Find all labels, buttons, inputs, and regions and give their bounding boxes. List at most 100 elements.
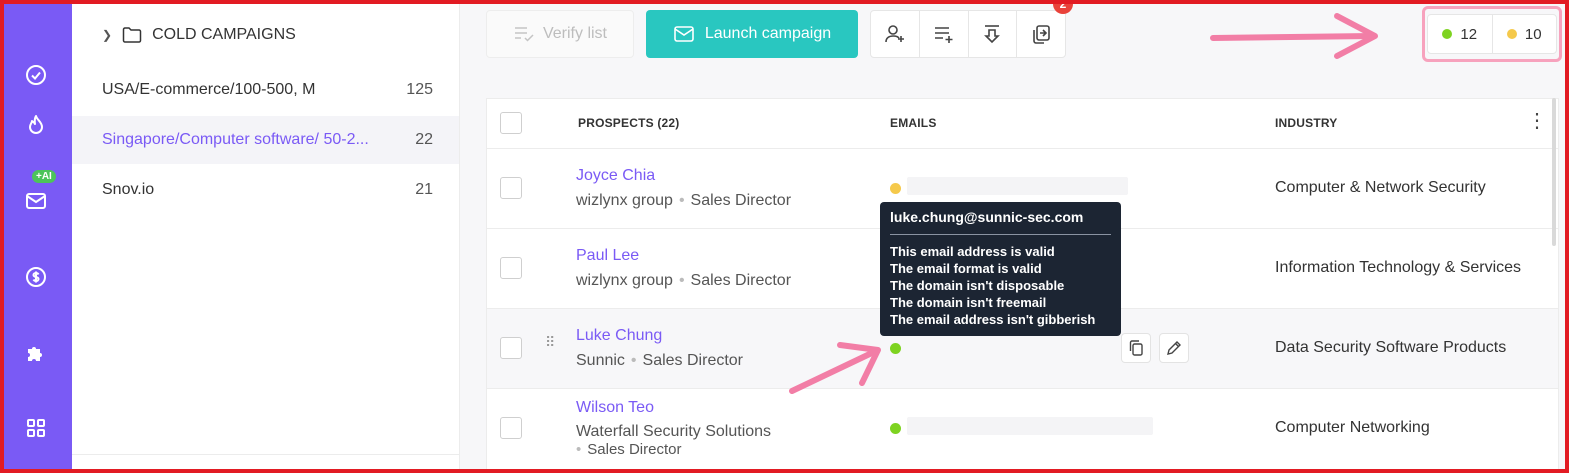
table-row[interactable]: Wilson Teo Waterfall Security Solutions … — [487, 389, 1558, 475]
separator-dot: • — [678, 272, 685, 289]
separator-dot: • — [630, 352, 637, 369]
ai-badge: +AI — [32, 170, 56, 183]
prospect-title: Sales Director — [690, 272, 792, 289]
list-name: Snov.io — [102, 181, 155, 198]
prospect-lists-panel: ❯ COLD CAMPAIGNS USA/E-commerce/100-500,… — [72, 0, 460, 473]
email-status-dot-icon[interactable] — [890, 423, 901, 434]
unknown-count[interactable]: 10 — [1493, 15, 1557, 53]
prospect-company: wizlynx group — [576, 192, 673, 209]
dollar-icon — [26, 267, 46, 287]
folder-cold-campaigns[interactable]: ❯ COLD CAMPAIGNS — [102, 26, 296, 44]
export-button[interactable] — [969, 11, 1018, 57]
add-prospect-icon — [885, 25, 904, 43]
list-item[interactable]: USA/E-commerce/100-500, M 125 — [72, 66, 459, 114]
separator-dot: • — [678, 192, 685, 209]
export-icon — [984, 25, 1001, 44]
prospect-name[interactable]: Wilson Teo — [576, 399, 654, 417]
row-checkbox[interactable] — [500, 177, 522, 199]
lists-footer-divider — [72, 454, 459, 455]
prospect-meta: Sunnic • Sales Director — [576, 352, 743, 370]
row-checkbox[interactable] — [500, 417, 522, 439]
app-nav-rail: +AI — [0, 0, 72, 473]
add-to-list-icon — [934, 27, 953, 43]
nav-dollar[interactable] — [18, 259, 54, 295]
table-header: PROSPECTS (22) EMAILS INDUSTRY ⋮ — [487, 99, 1558, 149]
pencil-icon — [1167, 341, 1181, 355]
list-count: 22 — [415, 131, 433, 148]
folder-icon — [122, 27, 142, 43]
more-vertical-icon[interactable]: ⋮ — [1527, 111, 1547, 131]
valid-count-value: 12 — [1460, 25, 1478, 43]
prospect-industry: Computer Networking — [1275, 419, 1430, 436]
add-to-list-button[interactable] — [920, 11, 969, 57]
list-count: 125 — [406, 81, 433, 98]
tooltip-check: This email address is valid — [890, 244, 1055, 259]
header-industry[interactable]: INDUSTRY — [1275, 116, 1338, 130]
prospect-meta: wizlynx group • Sales Director — [576, 272, 791, 290]
nav-flame[interactable] — [18, 107, 54, 143]
prospect-company: Sunnic — [576, 352, 625, 369]
list-item-selected[interactable]: Singapore/Computer software/ 50-2... 22 — [72, 116, 459, 164]
unknown-dot-icon — [1506, 29, 1517, 39]
launch-campaign-label: Launch campaign — [704, 25, 832, 42]
unknown-count-value: 10 — [1524, 25, 1542, 43]
prospect-industry: Data Security Software Products — [1275, 339, 1507, 356]
prospect-company: Waterfall Security Solutions — [576, 423, 772, 440]
row-checkbox[interactable] — [500, 337, 522, 359]
table-scrollbar[interactable] — [1552, 98, 1556, 246]
prospect-name[interactable]: Paul Lee — [576, 247, 639, 265]
launch-campaign-button[interactable]: Launch campaign — [646, 10, 858, 58]
mail-icon — [26, 193, 46, 209]
nav-integrations[interactable] — [18, 335, 54, 371]
valid-count[interactable]: 12 — [1428, 15, 1493, 53]
chevron-right-icon: ❯ — [102, 28, 113, 42]
tooltip-check: The domain isn't disposable — [890, 278, 1065, 293]
verify-list-button[interactable]: Verify list — [486, 10, 634, 58]
header-prospects[interactable]: PROSPECTS (22) — [578, 116, 680, 130]
list-actions-toolbar — [870, 10, 1066, 58]
verify-list-label: Verify list — [542, 25, 607, 42]
copy-move-icon — [1033, 25, 1050, 44]
email-status-dot-icon[interactable] — [890, 183, 901, 194]
check-circle-icon — [26, 65, 46, 85]
nav-mail[interactable] — [18, 183, 54, 219]
add-prospect-button[interactable] — [871, 11, 920, 57]
valid-dot-icon — [1442, 29, 1453, 39]
nav-check-circle[interactable] — [18, 57, 54, 93]
email-hidden — [907, 417, 1153, 435]
email-verification-tooltip: luke.chung@sunnic-sec.com This email add… — [880, 202, 1121, 336]
list-name: USA/E-commerce/100-500, M — [102, 81, 316, 98]
puzzle-icon — [28, 347, 42, 361]
prospect-industry: Computer & Network Security — [1275, 179, 1486, 196]
apps-grid-icon — [27, 419, 45, 437]
prospect-industry: Information Technology & Services — [1275, 259, 1522, 276]
folder-label: COLD CAMPAIGNS — [152, 26, 296, 43]
prospect-title-line: • Sales Director — [576, 441, 681, 458]
prospect-company: wizlynx group — [576, 272, 673, 289]
envelope-icon — [674, 26, 694, 42]
row-checkbox[interactable] — [500, 257, 522, 279]
prospect-title: Sales Director — [690, 192, 792, 209]
prospect-name[interactable]: Luke Chung — [576, 327, 662, 345]
list-count: 21 — [415, 181, 433, 198]
prospect-meta: wizlynx group • Sales Director — [576, 192, 791, 210]
select-all-checkbox[interactable] — [500, 112, 522, 134]
prospect-title: Sales Director — [587, 441, 682, 458]
notification-badge: 2 — [1053, 0, 1073, 14]
email-status-counters: 12 10 — [1427, 14, 1557, 54]
header-emails[interactable]: EMAILS — [890, 116, 937, 130]
tooltip-email: luke.chung@sunnic-sec.com — [890, 209, 1111, 235]
nav-apps[interactable] — [18, 410, 54, 446]
email-status-dot-icon[interactable] — [890, 343, 901, 354]
copy-email-button[interactable] — [1121, 333, 1151, 363]
list-item[interactable]: Snov.io 21 — [72, 166, 459, 214]
separator-dot: • — [576, 441, 582, 458]
prospect-name[interactable]: Joyce Chia — [576, 167, 655, 185]
copy-move-button[interactable] — [1017, 11, 1065, 57]
tooltip-check: The email address isn't gibberish — [890, 312, 1096, 327]
tooltip-check: The domain isn't freemail — [890, 295, 1047, 310]
flame-icon — [29, 115, 43, 134]
drag-handle-icon[interactable]: ⠿ — [545, 335, 556, 349]
edit-email-button[interactable] — [1159, 333, 1189, 363]
copy-icon — [1129, 340, 1143, 356]
